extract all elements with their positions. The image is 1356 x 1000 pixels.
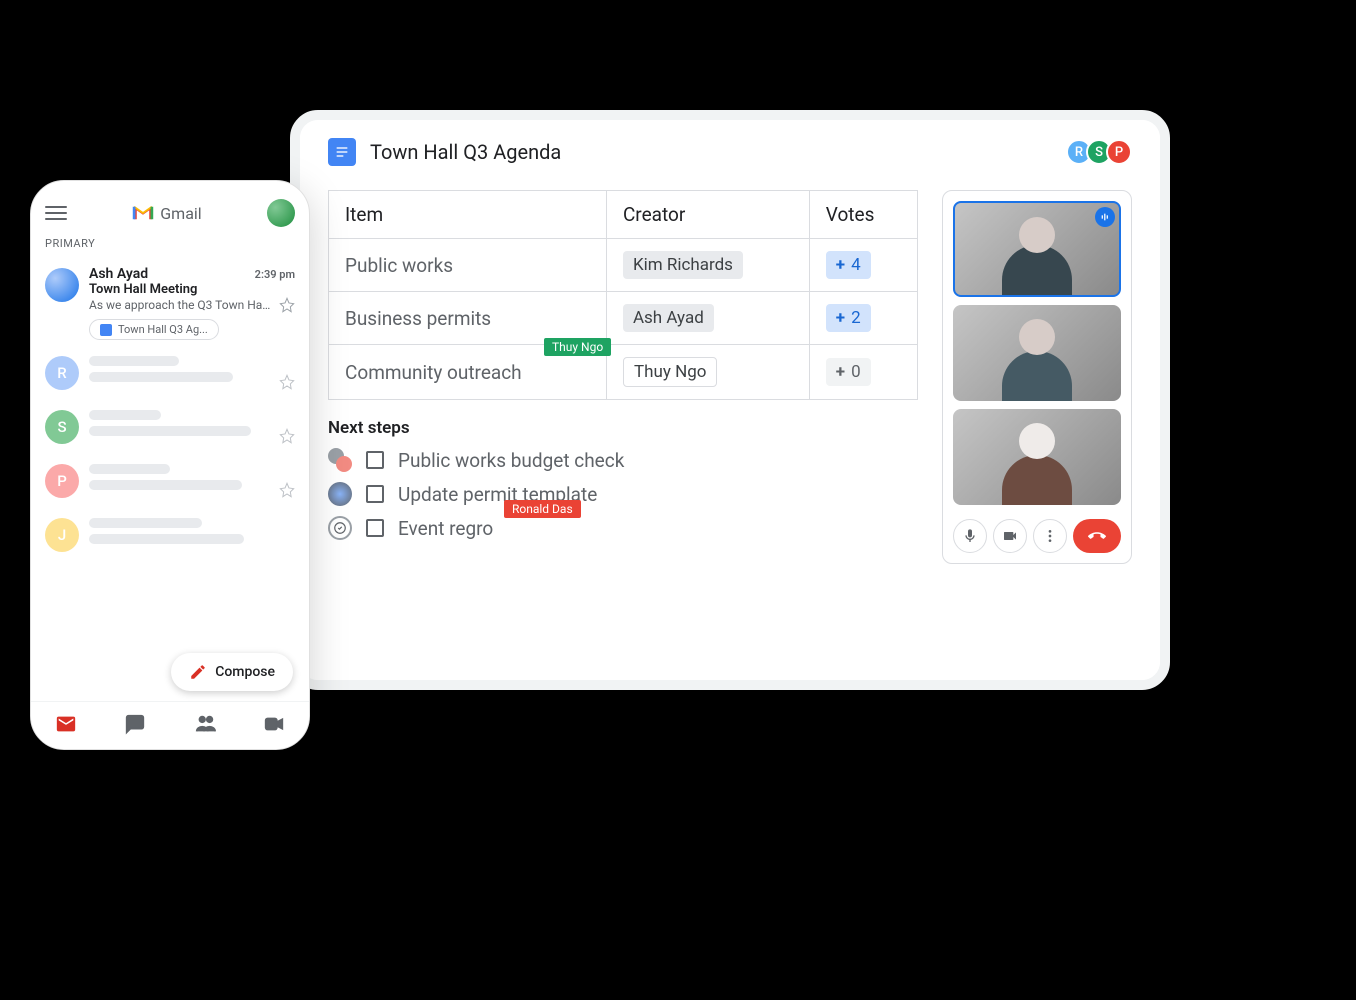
- mic-button[interactable]: [953, 519, 987, 553]
- primary-tab-label[interactable]: PRIMARY: [45, 237, 295, 250]
- speaking-indicator-icon: [1095, 207, 1115, 227]
- sender-avatar[interactable]: S: [45, 410, 79, 444]
- cursor-tag-thuy: Thuy Ngo: [544, 338, 611, 356]
- assignee-avatars[interactable]: [328, 448, 352, 472]
- table-row[interactable]: Community outreach Thuy Ngo +0: [329, 345, 918, 400]
- attachment-chip[interactable]: Town Hall Q3 Ag...: [89, 319, 219, 340]
- email-preview: As we approach the Q3 Town Ha...: [89, 298, 271, 312]
- item-cell[interactable]: Business permits: [329, 292, 607, 345]
- col-item: Item: [329, 191, 607, 239]
- col-creator: Creator: [606, 191, 809, 239]
- meet-controls: [953, 519, 1121, 553]
- nav-spaces-icon[interactable]: [194, 713, 216, 739]
- gmail-logo: Gmail: [132, 204, 201, 223]
- creator-chip[interactable]: Ash Ayad: [623, 304, 714, 332]
- step-text[interactable]: Public works budget check: [398, 449, 624, 472]
- nav-mail-icon[interactable]: [55, 713, 77, 739]
- email-row[interactable]: Ash Ayad 2:39 pm Town Hall Meeting As we…: [45, 260, 295, 346]
- creator-chip[interactable]: Kim Richards: [623, 251, 743, 279]
- assign-icon[interactable]: [328, 516, 352, 540]
- email-row-skeleton[interactable]: R: [45, 346, 295, 400]
- assignee-avatar[interactable]: [328, 482, 352, 506]
- phone-frame: Gmail PRIMARY Ash Ayad 2:39 pm Town Hall…: [30, 180, 310, 750]
- docs-mini-icon: [100, 324, 112, 336]
- table-row[interactable]: Business permits Ash Ayad +2: [329, 292, 918, 345]
- vote-chip[interactable]: +0: [826, 358, 871, 386]
- step-row[interactable]: Event regro Ronald Das: [328, 516, 918, 540]
- agenda-table[interactable]: Item Creator Votes Public works Kim Rich…: [328, 190, 918, 400]
- col-votes: Votes: [809, 191, 917, 239]
- star-icon[interactable]: [279, 297, 295, 313]
- collaborator-avatar-p[interactable]: P: [1106, 139, 1132, 165]
- gmail-header: Gmail: [45, 199, 295, 227]
- plus-icon: +: [836, 362, 845, 382]
- star-icon[interactable]: [279, 374, 295, 390]
- bottom-nav: [31, 701, 309, 749]
- next-steps-heading: Next steps: [328, 418, 918, 438]
- hamburger-icon[interactable]: [45, 206, 67, 220]
- gmail-brand-text: Gmail: [160, 204, 201, 223]
- sender-avatar[interactable]: P: [45, 464, 79, 498]
- email-sender: Ash Ayad: [89, 266, 148, 282]
- doc-title[interactable]: Town Hall Q3 Agenda: [370, 140, 1058, 164]
- email-row-skeleton[interactable]: P: [45, 454, 295, 508]
- step-text[interactable]: Event regro: [398, 517, 493, 540]
- sender-avatar[interactable]: [45, 268, 79, 302]
- hangup-button[interactable]: [1073, 519, 1121, 553]
- more-button[interactable]: [1033, 519, 1067, 553]
- vote-chip[interactable]: +4: [826, 251, 871, 279]
- video-tile-3[interactable]: [953, 409, 1121, 505]
- profile-avatar[interactable]: [267, 199, 295, 227]
- item-cell[interactable]: Public works: [329, 239, 607, 292]
- video-tile-1[interactable]: [953, 201, 1121, 297]
- meet-panel: [942, 190, 1132, 564]
- docs-window: Town Hall Q3 Agenda R S P Item Creator V…: [300, 120, 1160, 680]
- attachment-name: Town Hall Q3 Ag...: [118, 323, 208, 336]
- email-row-skeleton[interactable]: J: [45, 508, 295, 562]
- star-icon[interactable]: [279, 482, 295, 498]
- star-icon[interactable]: [279, 428, 295, 444]
- email-time: 2:39 pm: [255, 268, 295, 281]
- nav-meet-icon[interactable]: [263, 713, 285, 739]
- sender-avatar[interactable]: R: [45, 356, 79, 390]
- step-row[interactable]: Update permit template: [328, 482, 918, 506]
- step-checkbox[interactable]: [366, 485, 384, 503]
- plus-icon: +: [836, 255, 845, 275]
- step-checkbox[interactable]: [366, 519, 384, 537]
- gmail-m-icon: [132, 205, 154, 221]
- camera-button[interactable]: [993, 519, 1027, 553]
- compose-button[interactable]: Compose: [171, 653, 293, 691]
- sender-avatar[interactable]: J: [45, 518, 79, 552]
- compose-label: Compose: [215, 664, 275, 680]
- plus-icon: +: [836, 308, 845, 328]
- table-row[interactable]: Public works Kim Richards +4: [329, 239, 918, 292]
- nav-chat-icon[interactable]: [124, 713, 146, 739]
- docs-icon: [328, 138, 356, 166]
- doc-header: Town Hall Q3 Agenda R S P: [300, 120, 1160, 178]
- video-tile-2[interactable]: [953, 305, 1121, 401]
- step-row[interactable]: Public works budget check: [328, 448, 918, 472]
- collaborator-avatars: R S P: [1072, 139, 1132, 165]
- step-checkbox[interactable]: [366, 451, 384, 469]
- vote-chip[interactable]: +2: [826, 304, 871, 332]
- cursor-tag-ronald: Ronald Das: [504, 500, 581, 518]
- creator-chip[interactable]: Thuy Ngo: [623, 357, 718, 387]
- email-row-skeleton[interactable]: S: [45, 400, 295, 454]
- email-subject: Town Hall Meeting: [89, 282, 295, 297]
- laptop-frame: Town Hall Q3 Agenda R S P Item Creator V…: [290, 110, 1170, 690]
